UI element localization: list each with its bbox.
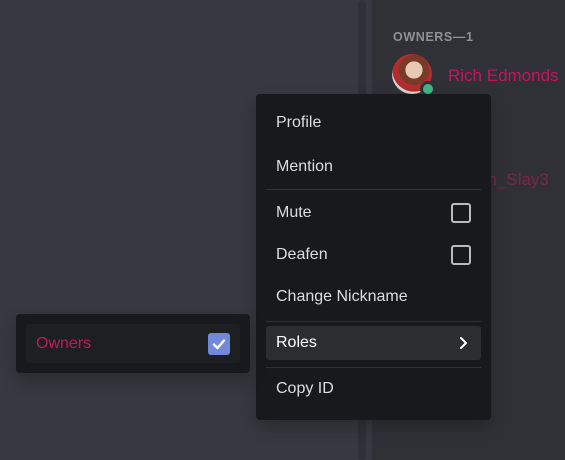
chevron-right-icon [457, 336, 471, 350]
menu-item-label: Profile [276, 114, 322, 131]
menu-item-mention[interactable]: Mention [266, 150, 481, 184]
menu-item-mute[interactable]: Mute [266, 196, 481, 230]
menu-separator [266, 321, 481, 322]
member-group-header: OWNERS—1 [393, 30, 474, 44]
menu-separator [266, 189, 481, 190]
member-name[interactable]: Rich Edmonds [448, 66, 559, 86]
check-icon [212, 338, 226, 349]
menu-item-label: Mute [276, 204, 312, 221]
role-item-owners[interactable]: Owners [26, 324, 240, 363]
user-context-menu: Profile Mention Mute Deafen Change Nickn… [256, 94, 491, 420]
menu-item-label: Mention [276, 158, 333, 175]
menu-item-label: Deafen [276, 246, 328, 263]
mute-checkbox[interactable] [451, 203, 471, 223]
menu-item-change-nickname[interactable]: Change Nickname [266, 280, 481, 314]
role-label: Owners [36, 334, 92, 352]
deafen-checkbox[interactable] [451, 245, 471, 265]
menu-item-label: Copy ID [276, 380, 334, 397]
menu-item-deafen[interactable]: Deafen [266, 238, 481, 272]
menu-separator [266, 367, 481, 368]
discord-app: OWNERS—1 Rich Edmonds on_Slay3 Profile M… [0, 0, 565, 460]
menu-item-label: Change Nickname [276, 288, 408, 305]
member-row[interactable]: Rich Edmonds [392, 54, 565, 98]
menu-item-roles[interactable]: Roles [266, 326, 481, 360]
menu-item-label: Roles [276, 334, 317, 351]
roles-submenu: Owners [16, 314, 250, 373]
menu-item-profile[interactable]: Profile [266, 106, 481, 140]
menu-item-copy-id[interactable]: Copy ID [266, 372, 481, 406]
role-checkbox[interactable] [208, 332, 230, 355]
